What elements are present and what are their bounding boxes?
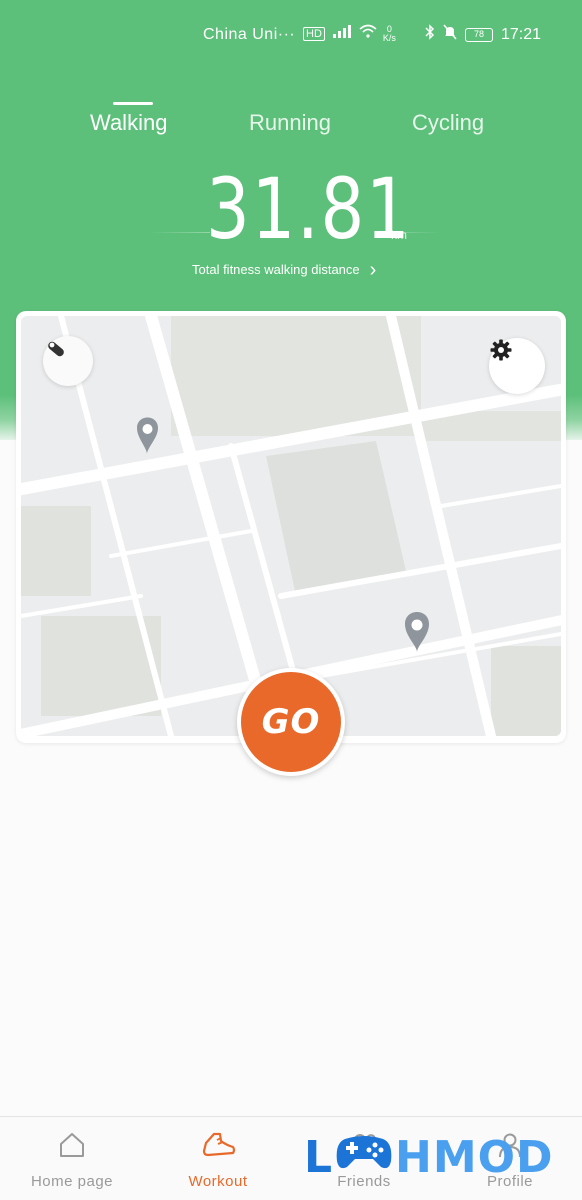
home-icon bbox=[57, 1131, 87, 1164]
status-time: 17:21 bbox=[501, 25, 542, 43]
watermark-logo: L HMOD bbox=[304, 1131, 554, 1183]
wifi-icon bbox=[359, 24, 377, 43]
nav-label-home: Home page bbox=[30, 1173, 114, 1190]
go-button[interactable]: GO bbox=[237, 668, 345, 776]
chevron-right-icon: › bbox=[369, 258, 377, 281]
net-speed-unit: K/s bbox=[382, 32, 396, 43]
distance-summary: 31.81 km Total fitness walking distance … bbox=[0, 160, 582, 280]
hd-badge: HD bbox=[303, 26, 325, 41]
nav-item-workout[interactable]: Workout bbox=[158, 1117, 278, 1200]
distance-unit: km bbox=[391, 228, 407, 242]
go-label: GO bbox=[261, 702, 321, 742]
battery-indicator: 78 bbox=[465, 27, 493, 42]
tab-running[interactable]: Running bbox=[249, 110, 331, 136]
map-block bbox=[266, 441, 406, 596]
watermark-first-letter: L bbox=[304, 1131, 334, 1183]
gamepad-icon bbox=[333, 1129, 395, 1186]
total-distance-link[interactable]: Total fitness walking distance › bbox=[192, 258, 377, 281]
watermark-text: HMOD bbox=[395, 1131, 554, 1183]
map-pin-icon[interactable] bbox=[137, 417, 158, 455]
shoe-icon bbox=[200, 1131, 236, 1166]
bluetooth-icon bbox=[425, 24, 435, 45]
nav-label-workout: Workout bbox=[188, 1173, 248, 1190]
tab-cycling[interactable]: Cycling bbox=[412, 110, 484, 136]
nav-item-home[interactable]: Home page bbox=[12, 1117, 132, 1200]
carrier-name: China Uni··· bbox=[203, 26, 296, 43]
signal-icon bbox=[331, 24, 353, 43]
activity-tabs: Walking Running Cycling bbox=[0, 100, 582, 150]
distance-caption: Total fitness walking distance bbox=[192, 262, 360, 277]
status-icons-left: HD 0 K/s bbox=[303, 24, 396, 43]
divider-line bbox=[150, 232, 210, 233]
location-toggle-button[interactable] bbox=[43, 336, 93, 386]
status-bar: China Uni··· HD 0 K/s 78 17:21 bbox=[0, 18, 582, 52]
map-block bbox=[491, 646, 561, 736]
map-block bbox=[21, 506, 91, 596]
distance-value: 31.81 bbox=[206, 160, 412, 258]
active-tab-indicator bbox=[113, 102, 153, 105]
tab-walking[interactable]: Walking bbox=[90, 110, 167, 136]
status-icons-right: 78 17:21 bbox=[425, 24, 541, 45]
net-speed: 0 K/s bbox=[382, 24, 396, 43]
map-settings-button[interactable] bbox=[489, 338, 545, 394]
mute-icon bbox=[443, 24, 457, 45]
